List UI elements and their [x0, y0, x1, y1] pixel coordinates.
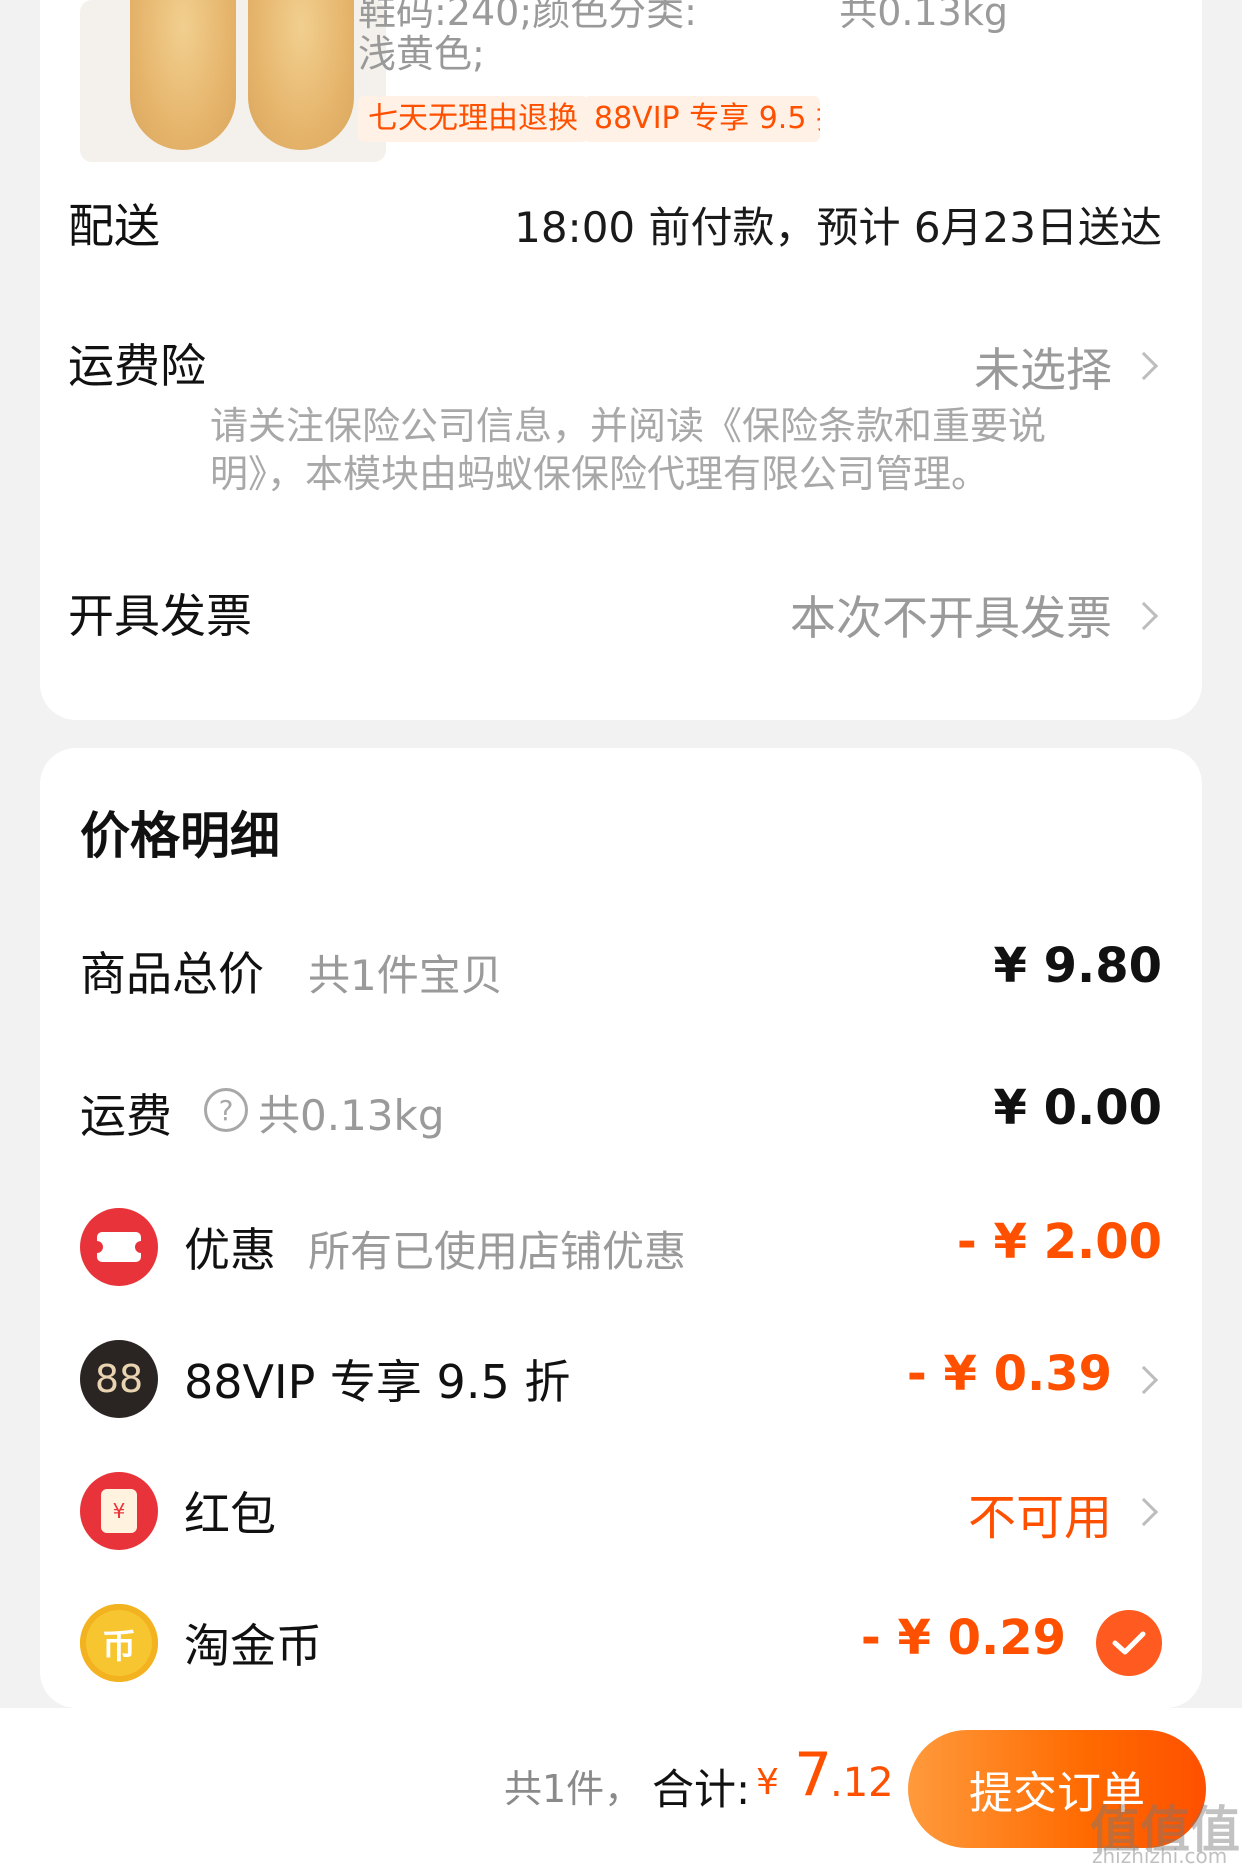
goods-total-label: 商品总价 — [80, 947, 264, 1001]
total-label: 合计: — [652, 1765, 751, 1814]
tao-coin-value: - ¥ 0.29 — [860, 1610, 1066, 1666]
red-packet-icon: ¥ — [80, 1472, 158, 1550]
chevron-right-icon[interactable] — [1129, 351, 1159, 381]
tag-88vip: 88VIP 专享 9.5 折 — [584, 96, 820, 142]
shipping-fee-value: ¥ 0.00 — [993, 1080, 1162, 1136]
discount-label: 优惠 — [184, 1223, 276, 1277]
total-currency: ¥ — [756, 1762, 779, 1803]
help-icon[interactable]: ? — [204, 1088, 248, 1132]
insurance-note: 请关注保险公司信息，并阅读《保险条款和重要说明》，本模块由蚂蚁保保险代理有限公司… — [210, 404, 1047, 496]
vip-88-icon-text: 88 — [94, 1357, 144, 1401]
tao-coin-label: 淘金币 — [184, 1619, 322, 1673]
item-count: 共1件， — [504, 1767, 643, 1811]
vip-88-icon: 88 — [80, 1340, 158, 1418]
weight-top: 共0.13kg — [839, 0, 1008, 34]
invoice-value[interactable]: 本次不开具发票 — [790, 582, 1112, 648]
chevron-right-icon[interactable] — [1129, 1365, 1159, 1395]
watermark-url: zhizhizhi.com — [1092, 1844, 1228, 1868]
shipping-fee-label: 运费 — [80, 1089, 172, 1143]
coupon-icon — [80, 1208, 158, 1286]
shipping-insurance-label: 运费险 — [68, 339, 206, 393]
order-info-card: 鞋码:240;颜色分类: 共0.13kg 浅黄色; 七天无理由退换 88VIP … — [40, 0, 1202, 720]
invoice-label: 开具发票 — [68, 589, 252, 643]
sku-color: 浅黄色; — [358, 32, 485, 76]
tao-coin-icon-text: 币 — [102, 1626, 136, 1667]
price-details-card: 价格明细 商品总价 共1件宝贝 ¥ 9.80 运费 ? 共0.13kg ¥ 0.… — [40, 748, 1202, 1708]
price-details-title: 价格明细 — [80, 807, 280, 865]
total-decimal: .12 — [830, 1760, 894, 1806]
tao-coin-icon: 币 — [80, 1604, 158, 1682]
discount-value: - ¥ 2.00 — [956, 1214, 1162, 1270]
goods-total-sub: 共1件宝贝 — [308, 951, 503, 1000]
shipping-insurance-value[interactable]: 未选择 — [974, 334, 1112, 400]
total-integer: 7 — [794, 1740, 833, 1810]
shipping-weight: 共0.13kg — [258, 1091, 445, 1140]
chevron-right-icon[interactable] — [1129, 1497, 1159, 1527]
chevron-right-icon[interactable] — [1129, 601, 1159, 631]
red-packet-value[interactable]: 不可用 — [968, 1478, 1112, 1548]
red-packet-label: 红包 — [184, 1487, 276, 1541]
vip-discount-label: 88VIP 专享 9.5 折 — [184, 1355, 571, 1409]
tao-coin-check-icon[interactable] — [1096, 1610, 1162, 1676]
checkout-bar: 共1件， 合计: ¥ 7 .12 提交订单 — [0, 1708, 1242, 1871]
delivery-value: 18:00 前付款，预计 6月23日送达 — [514, 203, 1162, 252]
discount-sub: 所有已使用店铺优惠 — [308, 1227, 687, 1276]
delivery-label: 配送 — [68, 199, 160, 253]
tag-seven-day-return: 七天无理由退换 — [358, 96, 588, 142]
product-thumbnail[interactable] — [80, 0, 386, 162]
vip-discount-value[interactable]: - ¥ 0.39 — [907, 1346, 1112, 1402]
slipper-right-image — [248, 0, 354, 150]
goods-total-value: ¥ 9.80 — [993, 938, 1162, 994]
red-packet-icon-text: ¥ — [101, 1489, 137, 1533]
slipper-left-image — [130, 0, 236, 150]
